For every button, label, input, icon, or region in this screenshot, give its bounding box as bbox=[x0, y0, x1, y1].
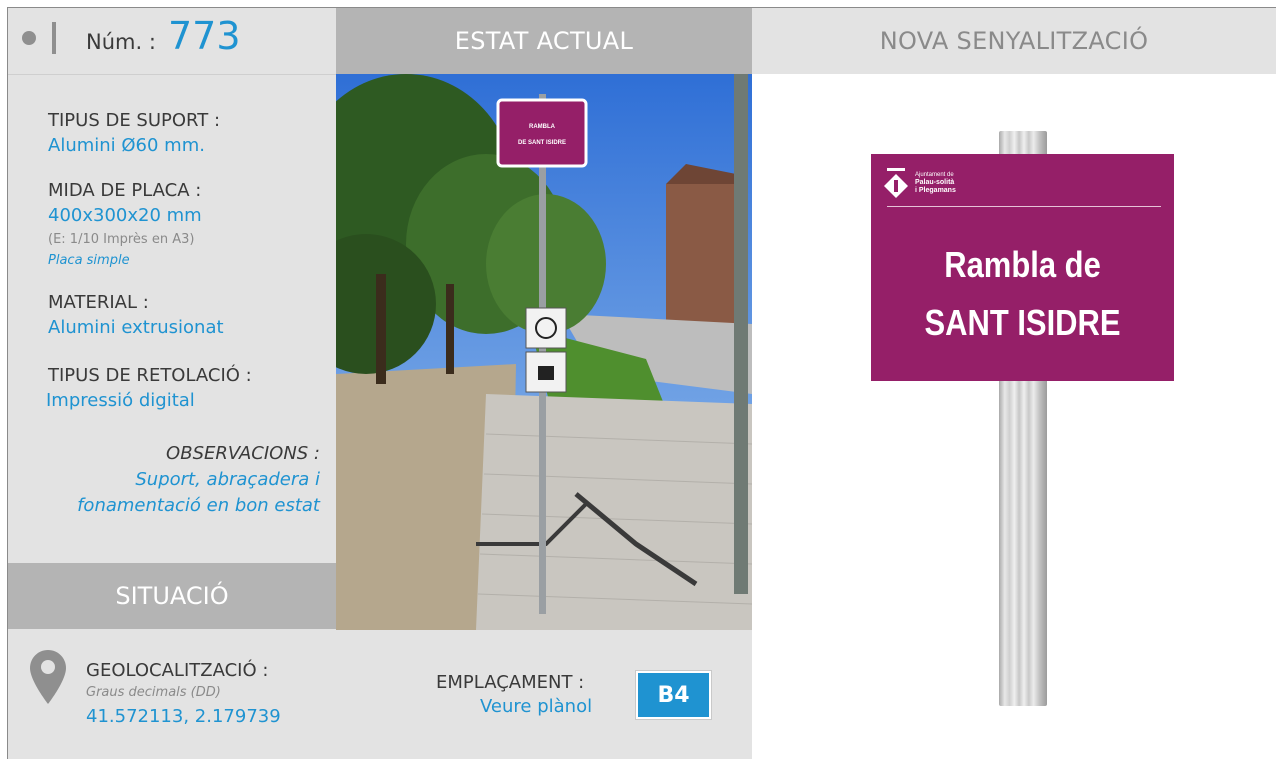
plate-scale-note: (E: 1/10 Imprès en A3) bbox=[48, 232, 195, 247]
geolocation-label: GEOLOCALITZACIÓ : bbox=[86, 660, 269, 681]
lettering-type-label: TIPUS DE RETOLACIÓ : bbox=[48, 365, 252, 386]
plate-size-label: MIDA DE PLACA : bbox=[48, 180, 202, 201]
map-pin-icon bbox=[30, 650, 66, 704]
observations-block: OBSERVACIONS : Suport, abraçadera i fona… bbox=[8, 443, 320, 523]
municipal-logo-text: Ajuntament de Palau-solità i Plegamans bbox=[915, 172, 956, 194]
observations-line1: Suport, abraçadera i bbox=[135, 469, 320, 490]
divider-bar bbox=[52, 22, 56, 54]
support-type-label: TIPUS DE SUPORT : bbox=[48, 110, 221, 131]
number-header: Núm. : 773 bbox=[8, 8, 336, 75]
municipal-crest-icon bbox=[884, 168, 908, 198]
new-sign-plate: Ajuntament de Palau-solità i Plegamans R… bbox=[871, 154, 1174, 381]
photo-sign-line2: DE SANT ISIDRE bbox=[517, 140, 566, 146]
material-value: Alumini extrusionat bbox=[48, 317, 224, 338]
photo-sign-line1: RAMBLA bbox=[529, 124, 555, 130]
street-photo-illustration bbox=[336, 74, 752, 630]
nova-senyalitzacio-header: NOVA SENYALITZACIÓ bbox=[752, 8, 1276, 74]
new-sign-title-line2: SANT ISIDRE bbox=[924, 302, 1121, 343]
material-label: MATERIAL : bbox=[48, 292, 149, 313]
geolocation-format: Graus decimals (DD) bbox=[86, 685, 221, 700]
geolocation-value: 41.572113, 2.179739 bbox=[86, 706, 281, 727]
situacio-header: SITUACIÓ bbox=[8, 563, 336, 629]
plate-type-note: Placa simple bbox=[48, 253, 130, 268]
location-code-badge[interactable]: B4 bbox=[636, 671, 711, 719]
new-sign-title-line1: Rambla de bbox=[944, 244, 1101, 285]
number-value: 773 bbox=[168, 14, 241, 58]
emplacament-label: EMPLAÇAMENT : bbox=[436, 672, 585, 693]
lettering-type-value: Impressió digital bbox=[46, 390, 195, 411]
plate-divider bbox=[887, 206, 1161, 207]
view-map-link[interactable]: Veure plànol bbox=[480, 696, 592, 717]
observations-line2: fonamentació en bon estat bbox=[77, 495, 320, 516]
bullet-dot-icon bbox=[22, 31, 36, 45]
number-label: Núm. : bbox=[86, 30, 156, 54]
support-type-value: Alumini Ø60 mm. bbox=[48, 135, 205, 156]
current-state-photo: RAMBLA DE SANT ISIDRE bbox=[336, 74, 752, 630]
plate-size-value: 400x300x20 mm bbox=[48, 205, 202, 226]
observations-label: OBSERVACIONS : bbox=[166, 443, 320, 464]
estat-actual-header: ESTAT ACTUAL bbox=[336, 8, 752, 74]
